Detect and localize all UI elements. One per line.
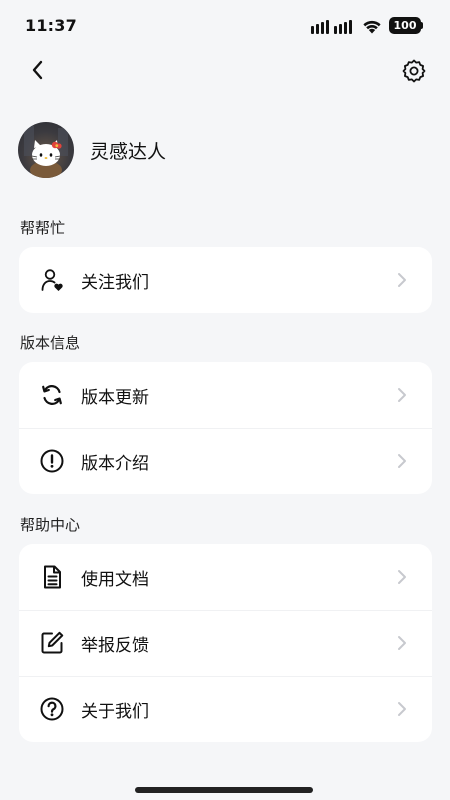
card-help-center: 使用文档 举报反馈 关于我们: [19, 544, 432, 742]
wifi-icon: [363, 20, 381, 34]
section-title-help-out: 帮帮忙: [20, 219, 66, 237]
battery-level: 100: [393, 19, 417, 32]
status-bar: 11:37 100: [0, 0, 450, 52]
section-title-version-info: 版本信息: [20, 334, 81, 352]
chevron-right-icon: [398, 388, 406, 402]
card-help-out: 关注我们: [19, 247, 432, 313]
list-item-version-intro[interactable]: 版本介绍: [19, 428, 432, 494]
status-time: 11:37: [25, 16, 77, 35]
chevron-left-icon[interactable]: [26, 58, 50, 82]
list-item-version-update[interactable]: 版本更新: [19, 362, 432, 428]
list-item-label: 使用文档: [81, 569, 149, 590]
battery-tip: [421, 22, 423, 29]
username: 灵感达人: [90, 140, 167, 163]
avatar[interactable]: [18, 122, 74, 178]
list-item-label: 举报反馈: [81, 635, 149, 656]
document-icon: [39, 564, 65, 590]
user-heart-icon: [39, 267, 65, 293]
alert-circle-icon: [39, 448, 65, 474]
chevron-right-icon: [398, 454, 406, 468]
home-indicator[interactable]: [135, 787, 313, 793]
refresh-icon: [39, 382, 65, 408]
cellular-signal-icon: [311, 20, 352, 34]
help-circle-icon: [39, 696, 65, 722]
chevron-right-icon: [398, 570, 406, 584]
list-item-documentation[interactable]: 使用文档: [19, 544, 432, 610]
list-item-label: 关注我们: [81, 272, 149, 293]
list-item-follow-us[interactable]: 关注我们: [19, 247, 432, 313]
gear-icon[interactable]: [401, 58, 427, 84]
list-item-label: 版本介绍: [81, 453, 149, 474]
hello-kitty-avatar-icon: [24, 126, 68, 178]
chevron-right-icon: [398, 702, 406, 716]
list-item-label: 版本更新: [81, 387, 149, 408]
card-version-info: 版本更新 版本介绍: [19, 362, 432, 494]
list-item-about-us[interactable]: 关于我们: [19, 676, 432, 742]
list-item-report-feedback[interactable]: 举报反馈: [19, 610, 432, 676]
battery-indicator: 100: [389, 17, 421, 34]
chevron-right-icon: [398, 636, 406, 650]
edit-icon: [39, 630, 65, 656]
list-item-label: 关于我们: [81, 701, 149, 722]
section-title-help-center: 帮助中心: [20, 516, 81, 534]
profile-header[interactable]: 灵感达人: [18, 122, 166, 178]
chevron-right-icon: [398, 273, 406, 287]
